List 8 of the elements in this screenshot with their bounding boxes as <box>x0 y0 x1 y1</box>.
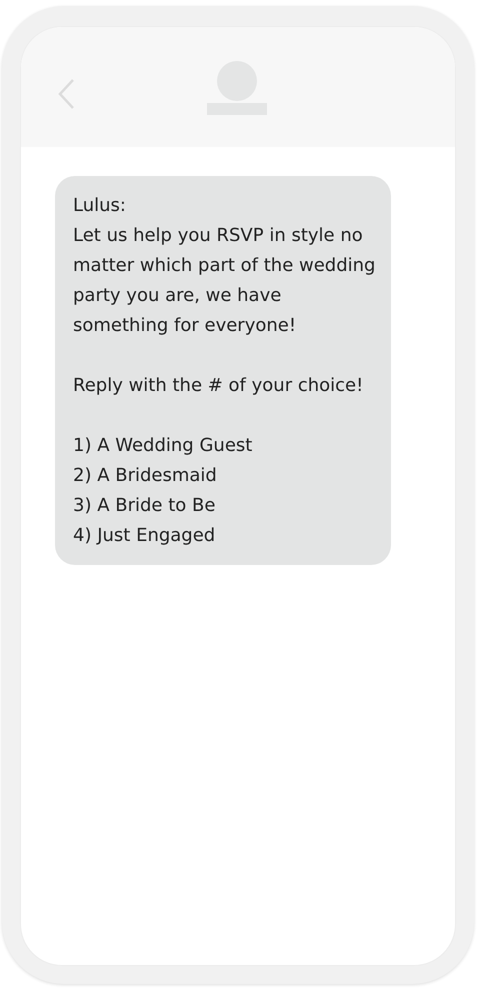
option-text: 2) A Bridesmaid <box>73 464 218 488</box>
back-icon[interactable] <box>57 78 75 110</box>
option-text: 3) A Bride to Be <box>73 494 216 518</box>
message-text: Reply with the # of your choice! <box>73 374 364 398</box>
message-text: Let us help you RSVP in style no matter which part of the wedding party you are, we have something for everyone! <box>73 224 376 338</box>
sender-name: Lulus: <box>73 194 127 218</box>
option-text: 1) A Wedding Guest <box>73 434 254 458</box>
option-text: 4) Just Engaged <box>73 524 216 548</box>
